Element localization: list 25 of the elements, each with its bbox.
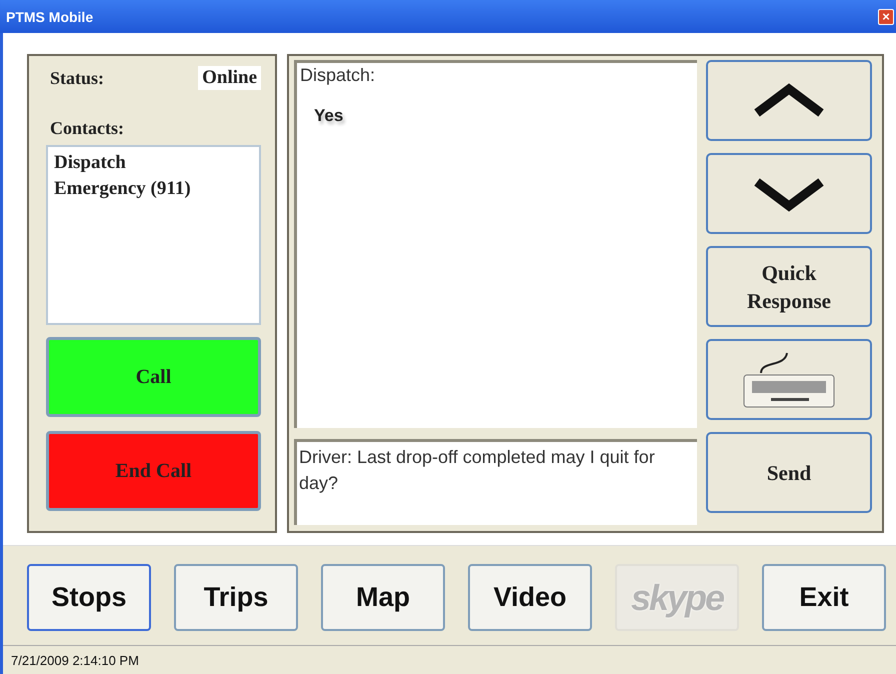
nav-button[interactable]: Map xyxy=(321,564,445,631)
contact-item[interactable]: Dispatch xyxy=(54,150,126,176)
chat-sender: Dispatch: xyxy=(300,65,376,86)
end-call-button[interactable]: End Call xyxy=(46,431,261,511)
call-button[interactable]: Call xyxy=(46,337,261,417)
status-label: Status: xyxy=(49,68,104,88)
nav-button[interactable]: Exit xyxy=(762,564,886,631)
side-button[interactable]: Quick Response xyxy=(706,246,872,327)
contacts-label: Contacts: xyxy=(49,118,125,139)
window-title: PTMS Mobile xyxy=(6,8,94,24)
side-button[interactable]: Send xyxy=(706,432,872,513)
nav-button[interactable]: Video xyxy=(468,564,592,631)
close-button[interactable]: × xyxy=(878,8,894,24)
nav-button[interactable]: Trips xyxy=(174,564,298,631)
chat-message: Yes xyxy=(314,106,344,126)
scroll-down-button[interactable] xyxy=(706,153,872,234)
nav-button[interactable]: Stops xyxy=(27,564,151,631)
scroll-up-button[interactable] xyxy=(706,60,872,141)
contact-item[interactable]: Emergency (911) xyxy=(54,176,191,202)
keyboard-button[interactable] xyxy=(706,339,872,420)
chevron-up-icon xyxy=(753,82,825,118)
chevron-down-icon xyxy=(753,176,825,212)
status-value: Online xyxy=(198,66,261,90)
status-bar-text: 7/21/2009 2:14:10 PM xyxy=(11,652,139,668)
message-input[interactable]: Driver: Last drop-off completed may I quit for day? xyxy=(294,439,697,525)
